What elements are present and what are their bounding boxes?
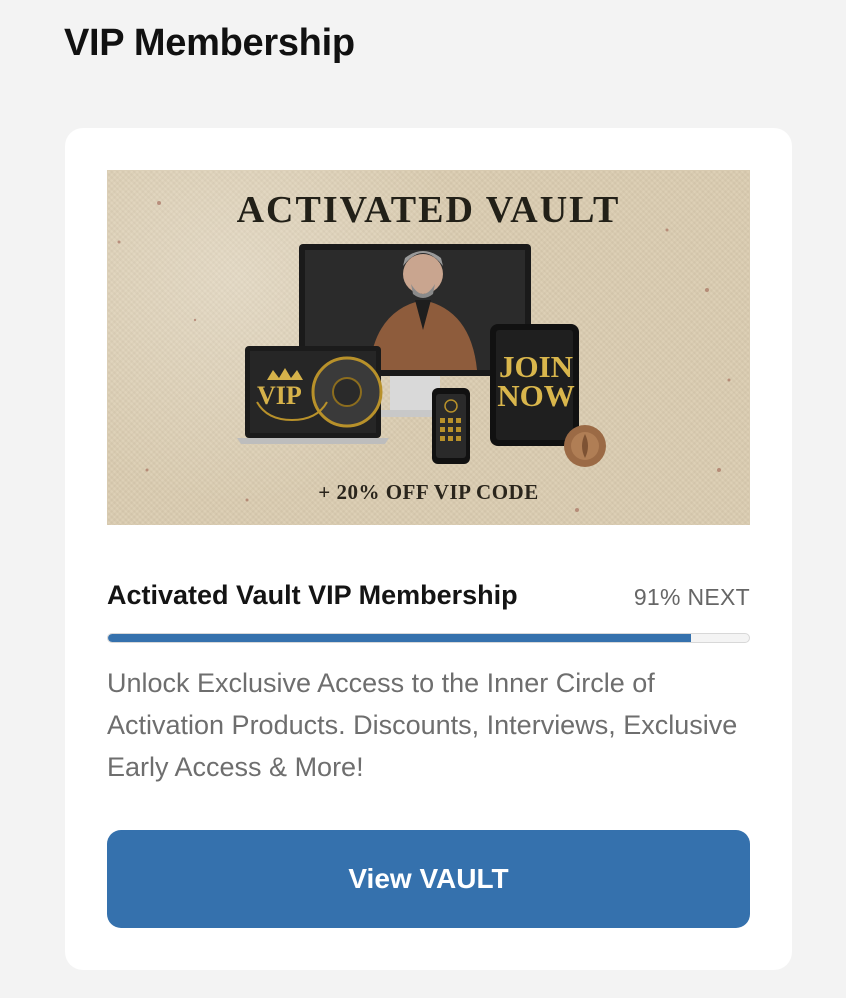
promo-code-text: + 20% OFF VIP CODE	[318, 480, 539, 504]
view-vault-button[interactable]: View VAULT	[107, 830, 750, 928]
progress-bar-fill	[108, 634, 692, 642]
phone-icon	[432, 388, 470, 464]
product-header: Activated Vault VIP Membership 91% NEXT	[107, 580, 750, 616]
progress-bar	[107, 633, 750, 643]
product-title: Activated Vault VIP Membership	[107, 580, 518, 610]
product-description: Unlock Exclusive Access to the Inner Cir…	[107, 668, 738, 782]
page-title: VIP Membership	[64, 22, 355, 64]
banner-title: ACTIVATED VAULT	[236, 189, 621, 231]
progress-label: 91% NEXT	[633, 584, 750, 610]
vault-banner-image: ACTIVATED VAULT VIP JOIN NOW + 20% OFF VI…	[107, 170, 750, 525]
join-now-text: JOIN NOW	[497, 349, 575, 413]
vip-badge: VIP	[257, 381, 302, 410]
wax-seal-icon	[564, 425, 606, 467]
membership-card: ACTIVATED VAULT VIP JOIN NOW + 20% OFF VI…	[65, 128, 792, 970]
